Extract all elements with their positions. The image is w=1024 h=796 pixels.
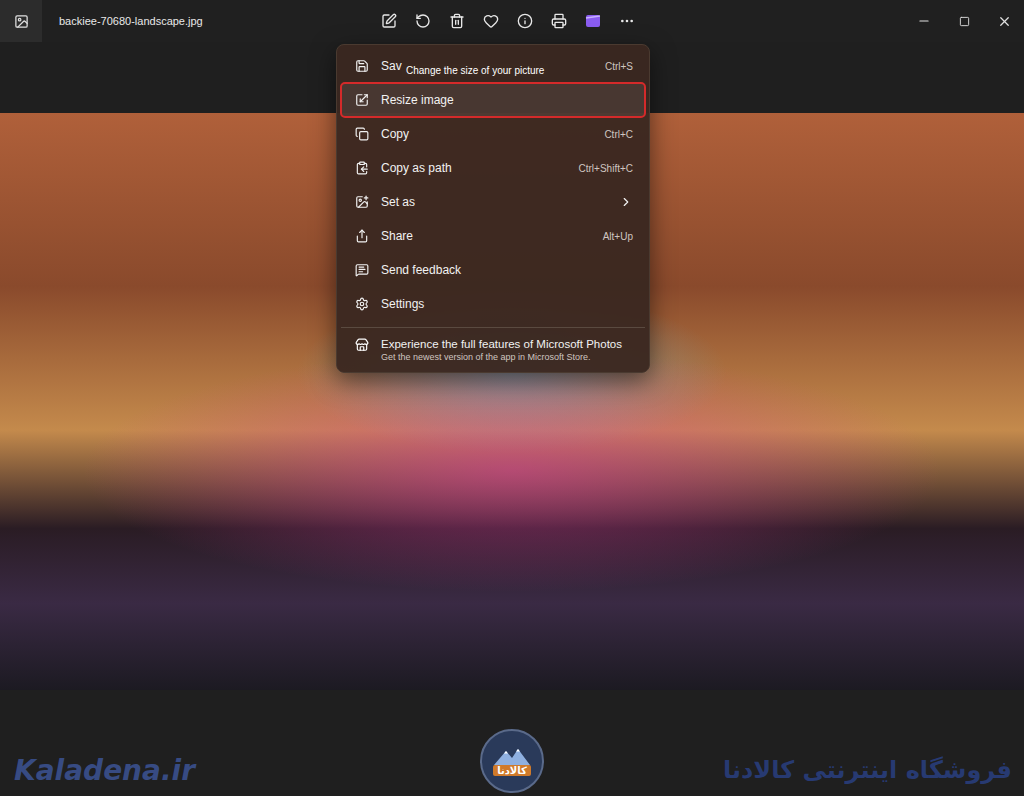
menu-item[interactable]: Set as	[341, 185, 645, 219]
toolbar-button[interactable]	[513, 7, 537, 35]
submenu-chevron-icon	[619, 195, 633, 209]
watermark-logo: کالادنا	[480, 729, 544, 793]
resize-icon	[355, 93, 369, 107]
menu-shortcut: Ctrl+C	[604, 129, 633, 140]
store-promo[interactable]: Experience the full features of Microsof…	[341, 334, 645, 366]
rotate-icon	[415, 13, 431, 29]
menu-shortcut: Alt+Up	[603, 231, 633, 242]
toolbar-button[interactable]	[615, 7, 639, 35]
clipchamp-icon	[585, 13, 601, 29]
menu-item[interactable]: Settings	[341, 287, 645, 321]
photos-app-icon	[14, 14, 29, 29]
menu-item[interactable]: Copy as pathCtrl+Shift+C	[341, 151, 645, 185]
menu-item[interactable]: CopyCtrl+C	[341, 117, 645, 151]
feedback-icon	[355, 263, 369, 277]
maximize-button[interactable]	[944, 0, 984, 42]
mountain-icon	[494, 747, 530, 765]
menu-separator	[341, 327, 645, 328]
menu-item[interactable]: Send feedback	[341, 253, 645, 287]
copy-path-icon	[355, 161, 369, 175]
photos-window: backiee-70680-landscape.jpgSavCtrl+SResi…	[0, 0, 1024, 796]
title-bar: backiee-70680-landscape.jpg	[0, 0, 1024, 42]
more-menu: SavCtrl+SResize imageCopyCtrl+CCopy as p…	[336, 44, 650, 373]
toolbar-button[interactable]	[581, 7, 605, 35]
store-icon	[355, 338, 369, 352]
promo-title: Experience the full features of Microsof…	[381, 338, 622, 350]
print-icon	[551, 13, 567, 29]
info-icon	[517, 13, 533, 29]
edit-icon	[381, 13, 397, 29]
menu-shortcut: Ctrl+Shift+C	[579, 163, 633, 174]
window-title: backiee-70680-landscape.jpg	[59, 15, 377, 27]
favorite-icon	[483, 13, 499, 29]
tooltip: Change the size of your picture	[402, 64, 548, 77]
toolbar-button[interactable]	[445, 7, 469, 35]
toolbar-button[interactable]	[547, 7, 571, 35]
close-icon	[997, 14, 1012, 29]
close-button[interactable]	[984, 0, 1024, 42]
minimize-button[interactable]	[904, 0, 944, 42]
save-icon	[355, 59, 369, 73]
share-icon	[355, 229, 369, 243]
minimize-icon	[917, 14, 931, 28]
promo-subtitle: Get the newest version of the app in Mic…	[381, 352, 622, 362]
settings-icon	[355, 297, 369, 311]
set-as-icon	[355, 195, 369, 209]
watermark-store: فروشگاه اینترنتی کالادنا	[723, 756, 1012, 784]
toolbar-button[interactable]	[377, 7, 401, 35]
menu-item[interactable]: ShareAlt+Up	[341, 219, 645, 253]
more-icon	[619, 13, 635, 29]
window-controls	[904, 0, 1024, 42]
app-icon-box[interactable]	[0, 0, 42, 42]
menu-shortcut: Ctrl+S	[605, 61, 633, 72]
watermark-site: Kaladena.ir	[14, 754, 195, 787]
copy-icon	[355, 127, 369, 141]
menu-item[interactable]: Resize image	[341, 83, 645, 117]
delete-icon	[449, 13, 465, 29]
toolbar	[377, 7, 639, 35]
maximize-icon	[959, 16, 970, 27]
toolbar-button[interactable]	[479, 7, 503, 35]
toolbar-button[interactable]	[411, 7, 435, 35]
